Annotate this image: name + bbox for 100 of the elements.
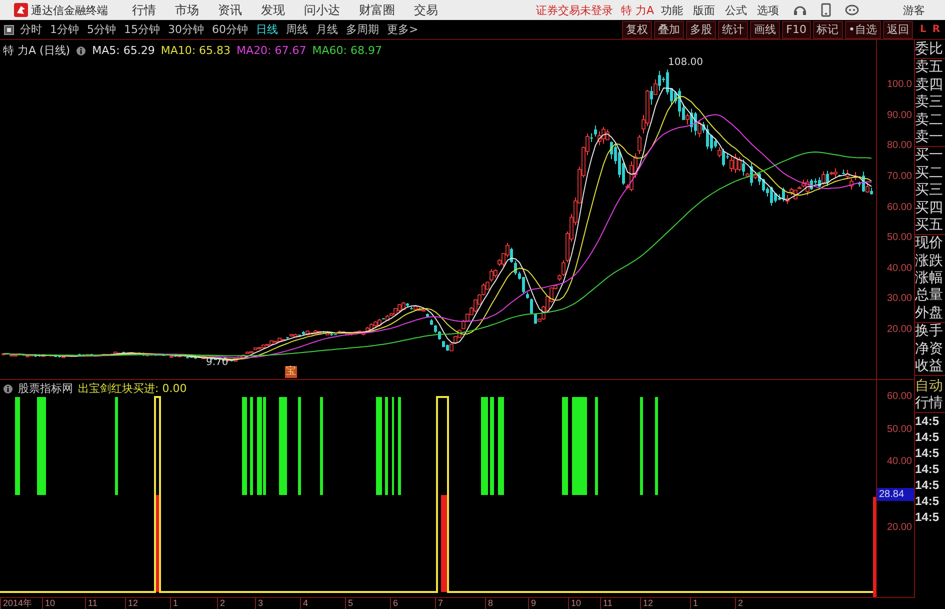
- toolbar-button[interactable]: 叠加: [654, 20, 684, 38]
- quote-field-label: 涨跌: [915, 252, 944, 270]
- quote-field-label: 现价: [915, 235, 944, 253]
- menu-item[interactable]: 市场: [175, 2, 199, 18]
- current-value-label: 28.84: [877, 488, 914, 502]
- menu-item[interactable]: 资讯: [218, 2, 242, 18]
- trade-time: 14:5: [915, 477, 940, 494]
- menu-item[interactable]: 选项: [757, 2, 779, 18]
- period-tab[interactable]: 月线: [316, 22, 338, 37]
- indicator-source: 股票指标网: [18, 381, 73, 396]
- trade-time: 14:5: [915, 445, 940, 462]
- panel-tab[interactable]: 自动: [915, 378, 945, 396]
- toolbar-button[interactable]: 复权: [622, 20, 652, 38]
- period-tab[interactable]: 日线: [256, 22, 278, 37]
- period-tab[interactable]: 30分钟: [168, 22, 204, 37]
- menu-item[interactable]: 财富圈: [359, 2, 395, 18]
- quote-field-label: 买四: [915, 200, 944, 217]
- period-tab[interactable]: 分时: [20, 22, 42, 37]
- date-axis-label: 12: [125, 598, 170, 609]
- toolbar-button[interactable]: 返回: [883, 20, 913, 38]
- price-axis-label: 70.00: [886, 170, 913, 184]
- login-status[interactable]: 证券交易未登录: [536, 2, 613, 18]
- date-axis-label: 11: [600, 598, 640, 609]
- date-axis-label: 10: [568, 598, 600, 609]
- date-axis-label: 3: [255, 598, 300, 609]
- low-price-label: 9.70: [206, 357, 228, 368]
- chart-mode-mark[interactable]: R: [932, 24, 940, 35]
- quote-field-label: 委比: [915, 41, 944, 58]
- toolbar-button[interactable]: 标记: [812, 20, 842, 38]
- quote-field-label: 总量: [915, 287, 944, 305]
- period-tab[interactable]: 5分钟: [87, 22, 116, 37]
- indicator-axis-label: 20.00: [886, 522, 913, 533]
- app-title: 通达信金融终端: [31, 2, 108, 18]
- quote-field-label: 收益: [915, 358, 944, 376]
- headset-icon[interactable]: [793, 3, 807, 17]
- panel-icon[interactable]: [4, 24, 14, 34]
- info-icon[interactable]: [3, 384, 13, 394]
- period-tab[interactable]: 更多>: [387, 22, 418, 37]
- quote-field-label: 卖三: [915, 94, 944, 112]
- date-axis-label: 2: [217, 598, 255, 609]
- price-axis-label: 90.00: [886, 108, 913, 123]
- quote-field-label: 外盘: [915, 304, 944, 322]
- panel-tab[interactable]: 行情: [915, 395, 945, 412]
- date-axis-label: 8: [485, 598, 528, 609]
- chart-title: 特 力A (日线): [3, 43, 70, 58]
- trade-time: 14:5: [915, 509, 940, 526]
- menu-item[interactable]: 行情: [132, 2, 156, 18]
- period-tab[interactable]: 15分钟: [124, 22, 160, 37]
- phone-icon[interactable]: [821, 3, 831, 17]
- trade-time: 14:5: [915, 429, 940, 446]
- price-axis-label: 40.00: [886, 262, 913, 276]
- indicator-axis-label: 60.00: [886, 390, 913, 402]
- toolbar-button[interactable]: •自选: [844, 20, 881, 38]
- period-tab[interactable]: 60分钟: [212, 22, 248, 37]
- trade-time: 14:5: [915, 461, 940, 478]
- moving-average-label: MA5: 65.29: [92, 44, 155, 57]
- high-price-label: 108.00: [668, 57, 703, 68]
- toolbar-button[interactable]: 统计: [718, 20, 748, 38]
- toolbar-button[interactable]: 多股: [686, 20, 716, 38]
- price-axis-label: 100.0: [886, 78, 913, 92]
- message-icon[interactable]: [845, 4, 859, 16]
- menu-item[interactable]: 发现: [261, 2, 285, 18]
- menu-item[interactable]: 交易: [414, 2, 438, 18]
- moving-average-label: MA20: 67.67: [236, 44, 306, 57]
- menu-item[interactable]: 功能: [661, 2, 683, 18]
- toolbar-button[interactable]: 画线: [750, 20, 780, 38]
- quote-field-label: 买二: [915, 164, 944, 182]
- app-logo-icon: [14, 3, 28, 17]
- quote-field-label: 买一: [915, 147, 944, 165]
- quote-field-label: 涨幅: [915, 270, 944, 288]
- price-axis-label: 50.00: [886, 231, 913, 246]
- moving-average-label: MA10: 65.83: [160, 44, 231, 57]
- stock-name: 特 力A: [621, 2, 654, 18]
- period-tab[interactable]: 1分钟: [50, 22, 79, 37]
- user-name[interactable]: 游客: [903, 2, 925, 18]
- toolbar-button[interactable]: F10: [782, 20, 810, 38]
- quote-field-label: 买五: [915, 216, 944, 234]
- trade-time: 14:5: [915, 413, 940, 430]
- moving-average-label: MA60: 68.97: [312, 44, 382, 57]
- menu-item[interactable]: 版面: [693, 2, 715, 18]
- signal-marker: 宝: [285, 366, 297, 378]
- menu-item[interactable]: 问小达: [304, 2, 340, 18]
- info-icon[interactable]: [76, 46, 86, 56]
- date-axis-label: 11: [85, 598, 125, 609]
- date-axis-label: 9: [528, 598, 568, 609]
- indicator-axis-label: 40.00: [886, 456, 913, 468]
- date-axis-label: 6: [390, 598, 435, 609]
- quote-field-label: 卖五: [915, 59, 944, 77]
- period-tab[interactable]: 多周期: [346, 22, 379, 37]
- indicator-axis-label: 50.00: [886, 424, 913, 435]
- quote-field-label: 卖二: [915, 112, 944, 129]
- date-axis-label: 4: [300, 598, 345, 609]
- menu-item[interactable]: 公式: [725, 2, 747, 18]
- quote-field-label: 买三: [915, 182, 944, 200]
- quote-field-label: 卖一: [915, 128, 944, 146]
- date-axis-label: 10: [42, 598, 85, 609]
- period-tab[interactable]: 周线: [286, 22, 308, 37]
- date-axis-label: 5: [345, 598, 390, 609]
- chart-mode-mark[interactable]: L: [920, 24, 926, 35]
- trade-time: 14:5: [915, 493, 940, 510]
